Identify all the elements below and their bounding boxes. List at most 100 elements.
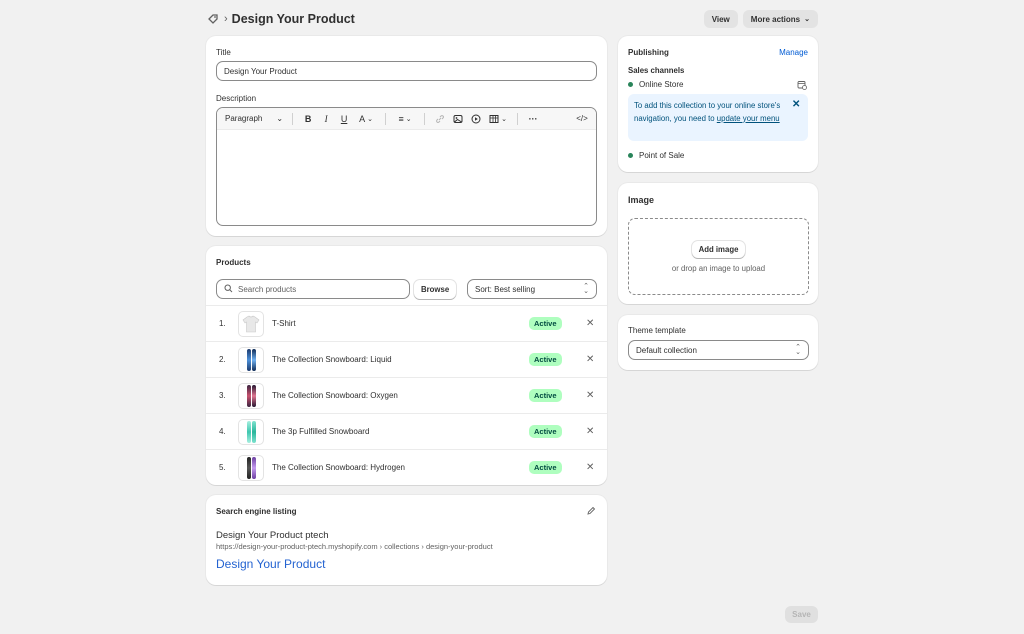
- toolbar-divider: [385, 112, 387, 125]
- page-header: › Design Your Product View More actions …: [206, 8, 818, 30]
- toolbar-divider: [292, 112, 294, 125]
- sort-select[interactable]: Sort: Best selling ⌃ ⌄: [467, 279, 597, 299]
- table-row[interactable]: 1. T-Shirt Active ✕: [206, 305, 607, 341]
- image-dropzone[interactable]: Add image or drop an image to upload: [628, 218, 809, 295]
- drop-text: or drop an image to upload: [671, 263, 766, 273]
- online-store-channel: Online Store: [628, 80, 683, 89]
- more-icon[interactable]: ···: [527, 113, 539, 125]
- theme-template-select[interactable]: Default collection ⌃ ⌄: [628, 340, 809, 360]
- table-row[interactable]: 3. The Collection Snowboard: Oxygen Acti…: [206, 377, 607, 413]
- paragraph-format-label: Paragraph: [225, 114, 263, 123]
- view-button[interactable]: View: [703, 10, 738, 28]
- publishing-heading: Publishing: [628, 48, 669, 57]
- table-row[interactable]: 4. The 3p Fulfilled Snowboard Active ✕: [206, 413, 607, 449]
- seo-link-title: Design Your Product: [216, 557, 326, 571]
- navigation-info-banner: To add this collection to your online st…: [628, 94, 808, 141]
- remove-icon[interactable]: ✕: [586, 426, 594, 437]
- page-title: Design Your Product: [231, 12, 355, 26]
- image-icon[interactable]: [452, 113, 464, 125]
- product-thumbnail: [238, 454, 264, 481]
- row-number: 1.: [219, 319, 226, 328]
- seo-url: https://design-your-product-ptech.myshop…: [216, 542, 493, 551]
- search-products-input[interactable]: Search products: [216, 279, 410, 299]
- product-thumbnail: [238, 382, 264, 409]
- search-engine-listing-card: Search engine listing Design Your Produc…: [206, 495, 607, 585]
- code-icon[interactable]: </>: [576, 113, 588, 125]
- row-number: 5.: [219, 463, 226, 472]
- browse-button[interactable]: Browse: [414, 280, 457, 299]
- video-icon[interactable]: [470, 113, 482, 125]
- underline-icon[interactable]: U: [338, 113, 350, 125]
- row-number: 3.: [219, 391, 226, 400]
- product-thumbnail: [238, 346, 264, 373]
- toolbar-divider: [424, 112, 426, 125]
- edit-pencil-icon[interactable]: [586, 506, 596, 518]
- collection-tag-icon[interactable]: [206, 12, 220, 26]
- more-actions-button[interactable]: More actions ⌄: [742, 10, 818, 28]
- table-icon[interactable]: ⌄: [488, 113, 508, 125]
- product-name: The 3p Fulfilled Snowboard: [272, 427, 370, 436]
- text-color-icon[interactable]: A ⌄: [356, 113, 376, 125]
- status-badge: Active: [529, 317, 562, 330]
- align-icon[interactable]: ≡ ⌄: [395, 113, 415, 125]
- status-badge: Active: [529, 461, 562, 474]
- product-thumbnail: [238, 418, 264, 445]
- title-input-value: Design Your Product: [224, 66, 297, 76]
- pos-label: Point of Sale: [639, 151, 685, 160]
- select-arrows-icon: ⌃ ⌄: [795, 344, 801, 356]
- remove-icon[interactable]: ✕: [586, 354, 594, 365]
- calendar-schedule-icon[interactable]: [797, 80, 807, 92]
- products-heading: Products: [216, 258, 251, 267]
- status-dot: [628, 153, 633, 158]
- pos-channel: Point of Sale: [628, 151, 684, 160]
- row-number: 2.: [219, 355, 226, 364]
- row-number: 4.: [219, 427, 226, 436]
- products-card: Products Search products Browse Sort: Be…: [206, 246, 607, 485]
- description-editor[interactable]: Paragraph ⌄ B I U A ⌄ ≡ ⌄ ⌄ ··· </>: [216, 107, 597, 226]
- table-row[interactable]: 2. The Collection Snowboard: Liquid Acti…: [206, 341, 607, 377]
- title-label: Title: [216, 48, 231, 57]
- status-badge: Active: [529, 389, 562, 402]
- image-card: Image Add image or drop an image to uplo…: [618, 183, 818, 304]
- save-button[interactable]: Save: [785, 606, 818, 623]
- image-heading: Image: [628, 195, 655, 205]
- theme-template-label: Theme template: [628, 326, 686, 335]
- products-list: 1. T-Shirt Active ✕ 2. The Collection Sn…: [206, 305, 607, 485]
- description-label: Description: [216, 94, 257, 103]
- status-badge: Active: [529, 353, 562, 366]
- bold-icon[interactable]: B: [302, 113, 314, 125]
- manage-link[interactable]: Manage: [779, 48, 808, 57]
- product-name: The Collection Snowboard: Hydrogen: [272, 463, 405, 472]
- editor-toolbar: Paragraph ⌄ B I U A ⌄ ≡ ⌄ ⌄ ··· </>: [217, 108, 596, 130]
- remove-icon[interactable]: ✕: [586, 390, 594, 401]
- search-products-placeholder: Search products: [238, 284, 297, 294]
- link-icon[interactable]: [434, 113, 446, 125]
- online-store-label: Online Store: [639, 80, 684, 89]
- product-thumbnail: [238, 310, 264, 337]
- theme-template-value: Default collection: [636, 345, 697, 355]
- title-input[interactable]: Design Your Product: [216, 61, 597, 81]
- remove-icon[interactable]: ✕: [586, 318, 594, 329]
- select-arrows-icon: ⌃ ⌄: [583, 283, 589, 295]
- update-menu-link[interactable]: update your menu: [717, 114, 780, 123]
- seo-page-title: Design Your Product ptech: [216, 530, 329, 541]
- product-name: T-Shirt: [272, 319, 296, 328]
- status-badge: Active: [529, 425, 562, 438]
- seo-heading: Search engine listing: [216, 507, 297, 516]
- remove-icon[interactable]: ✕: [586, 462, 594, 473]
- more-actions-label: More actions: [750, 14, 801, 24]
- close-icon[interactable]: ✕: [792, 99, 800, 110]
- breadcrumb-chevron-icon: ›: [224, 13, 228, 25]
- table-row[interactable]: 5. The Collection Snowboard: Hydrogen Ac…: [206, 449, 607, 485]
- paragraph-format-select[interactable]: Paragraph ⌄: [225, 114, 283, 123]
- status-dot: [628, 82, 633, 87]
- chevron-down-icon: ⌄: [276, 114, 284, 123]
- product-name: The Collection Snowboard: Oxygen: [272, 391, 398, 400]
- add-image-button[interactable]: Add image: [691, 240, 746, 258]
- product-name: The Collection Snowboard: Liquid: [272, 355, 392, 364]
- sales-channels-label: Sales channels: [628, 66, 685, 75]
- chevron-down-icon: ⌄: [804, 16, 810, 23]
- italic-icon[interactable]: I: [320, 113, 332, 125]
- publishing-card: Publishing Manage Sales channels Online …: [618, 36, 818, 172]
- title-description-card: Title Design Your Product Description Pa…: [206, 36, 607, 236]
